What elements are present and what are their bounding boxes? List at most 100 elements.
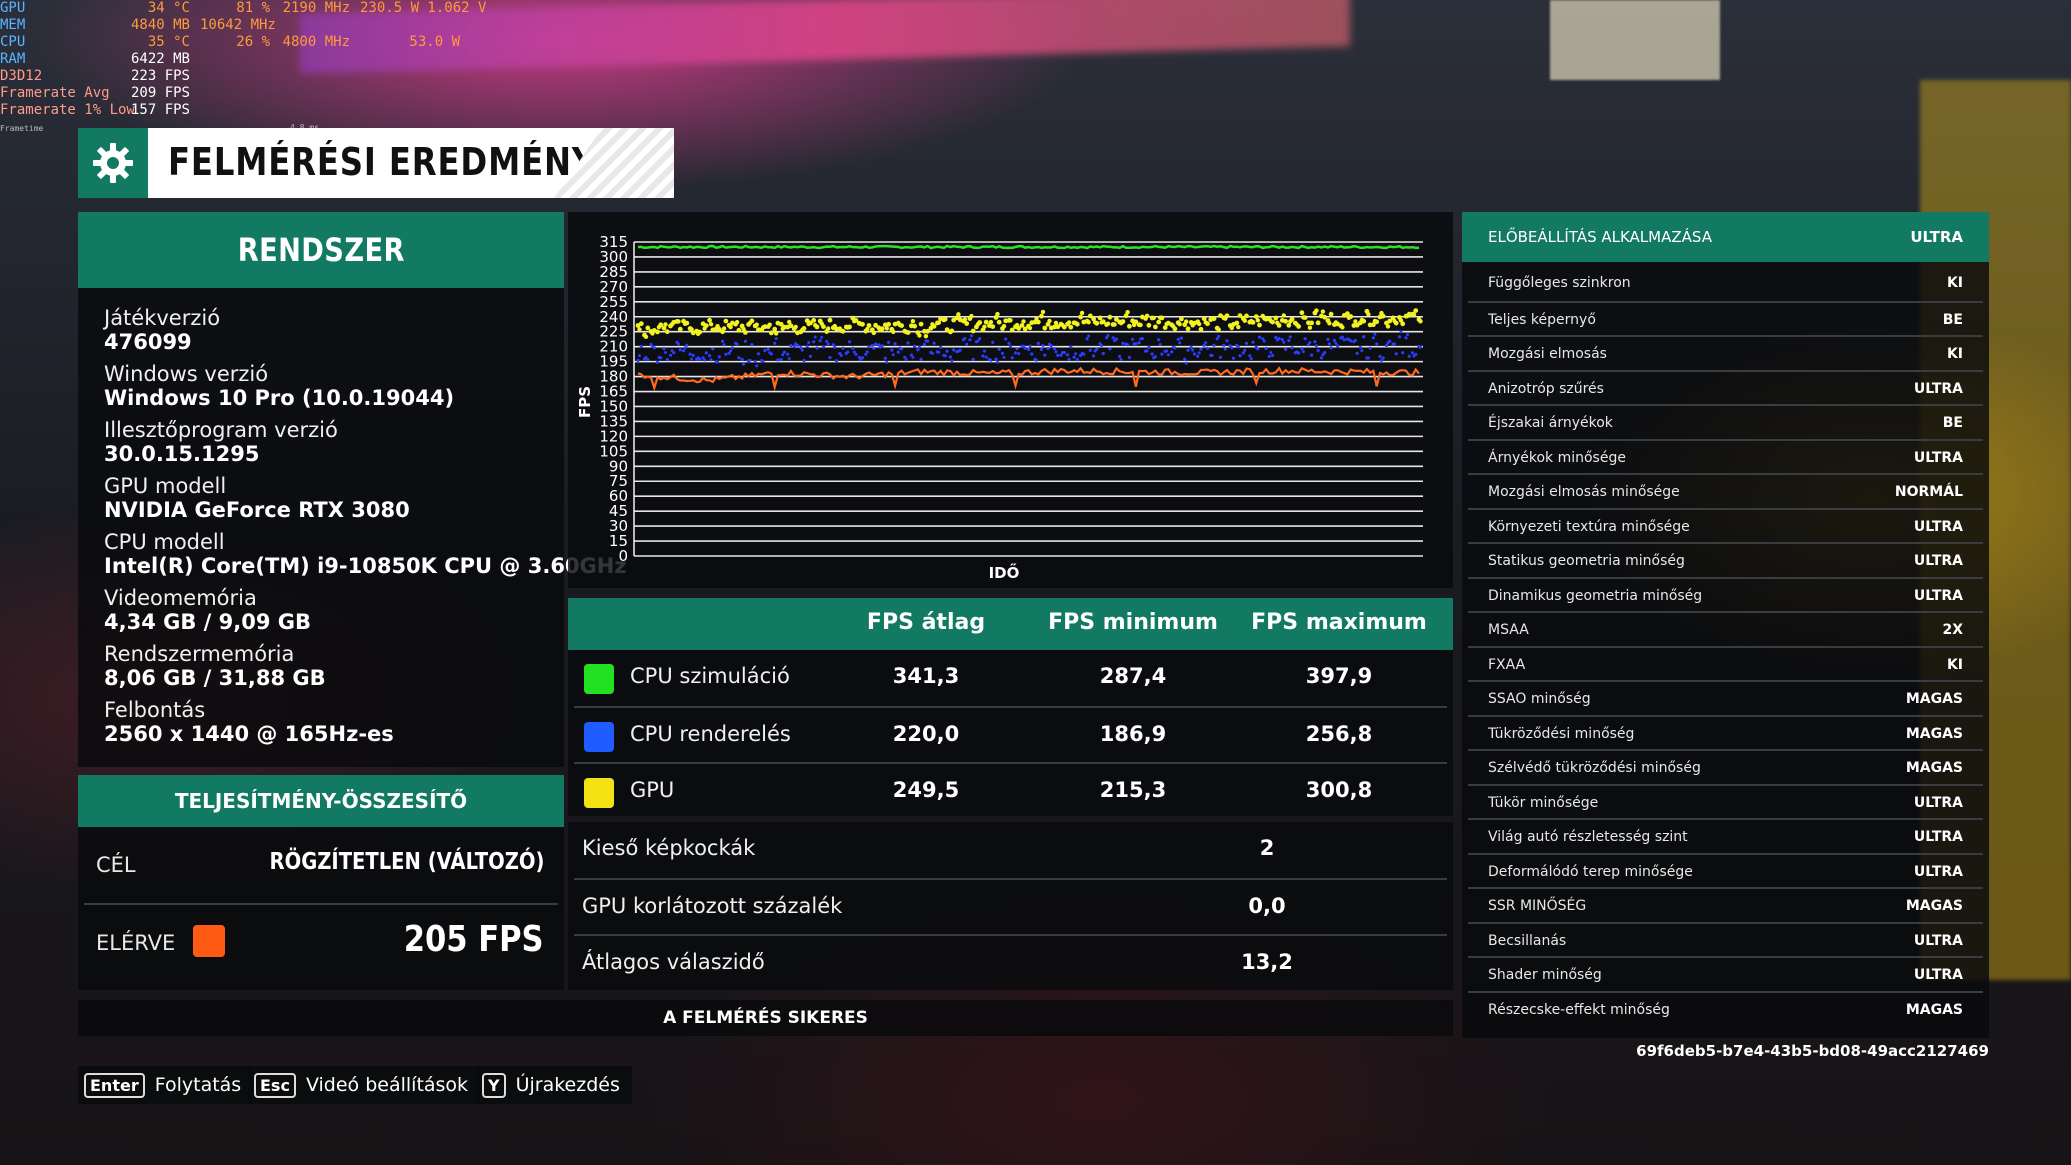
- chart-series-point: [1039, 313, 1044, 319]
- chart-series-point: [963, 336, 967, 340]
- chart-series-point: [913, 344, 917, 348]
- chart-series-point: [1236, 324, 1241, 330]
- chart-series-point: [1249, 318, 1254, 324]
- latency-row: Átlagos válaszidő 13,2: [574, 934, 1447, 990]
- chart-series-point: [874, 342, 878, 346]
- chart-series-point: [1359, 317, 1365, 323]
- chart-series-point: [1401, 351, 1405, 355]
- chart-series-point: [772, 326, 778, 332]
- overlay-frametime-row: Frametime 4.8 ms: [0, 119, 319, 133]
- chart-series-point: [638, 321, 644, 327]
- chart-series-point: [721, 326, 727, 331]
- fps-avg-cell: 249,5: [892, 778, 960, 802]
- chart-series-point: [930, 322, 935, 327]
- chart-series-point: [670, 349, 674, 353]
- chart-series-point: [1273, 315, 1279, 321]
- chart-series-point: [865, 350, 869, 354]
- stat-value: 2: [1259, 836, 1275, 860]
- chart-series-point: [1127, 355, 1131, 360]
- chart-series-point: [1267, 354, 1271, 358]
- chart-series-point: [970, 328, 976, 334]
- chart-series-point: [932, 341, 936, 345]
- preset-value: MAGAS: [1905, 691, 1963, 707]
- chart-series-point: [716, 360, 720, 364]
- chart-series-point: [1204, 341, 1208, 345]
- chart-series-point: [1218, 355, 1223, 359]
- chart-series-point: [1197, 321, 1202, 327]
- chart-series-point: [1092, 354, 1096, 358]
- chart-series-point: [761, 359, 765, 363]
- chart-series-point: [1035, 358, 1038, 362]
- chart-series-point: [730, 346, 734, 350]
- restart-button[interactable]: Y Újrakezdés: [476, 1066, 632, 1104]
- chart-series-point: [763, 348, 767, 353]
- chart-series-point: [1347, 338, 1351, 341]
- chart-series-point: [1008, 318, 1013, 323]
- chart-series-point: [1301, 315, 1306, 320]
- chart-series-point: [1231, 356, 1236, 360]
- chart-series-point: [945, 349, 949, 353]
- chart-series-point: [813, 335, 817, 339]
- chart-series-point: [724, 352, 728, 356]
- chart-series-point: [1036, 341, 1040, 345]
- chart-series-point: [1398, 318, 1404, 323]
- stat-label: Kieső képkockák: [582, 836, 756, 860]
- chart-series-point: [683, 346, 687, 350]
- chart-series-point: [867, 345, 871, 349]
- preset-row: MSAA 2X: [1468, 611, 1983, 646]
- chart-series-point: [1202, 343, 1206, 347]
- chart-series-point: [1284, 347, 1288, 351]
- chart-series-point: [782, 350, 786, 354]
- chart-series-point: [1160, 352, 1164, 356]
- chart-series-point: [668, 353, 673, 357]
- chart-series-point: [1379, 310, 1384, 316]
- chart-series-point: [1393, 342, 1396, 346]
- chart-series-point: [1405, 313, 1410, 319]
- chart-series-point: [1406, 333, 1409, 337]
- chart-series-point: [1320, 309, 1326, 314]
- chart-series-point: [743, 339, 747, 343]
- preset-value: MAGAS: [1905, 760, 1963, 776]
- system-info-label: Windows verzió: [104, 362, 269, 386]
- video-settings-button[interactable]: Esc Videó beállítások: [248, 1066, 481, 1104]
- chart-series-point: [1121, 341, 1125, 345]
- chart-series-point: [1362, 335, 1366, 339]
- chart-series-point: [1191, 348, 1195, 352]
- preset-name: Statikus geometria minőség: [1488, 553, 1685, 569]
- stat-value: 13,2: [1241, 950, 1293, 974]
- target-label: CÉL: [96, 853, 136, 877]
- chart-series-point: [756, 352, 760, 356]
- chart-series-point: [1043, 353, 1047, 357]
- overlay-value: 10642 MHz: [200, 17, 276, 33]
- chart-series-point: [910, 319, 916, 324]
- chart-series-point: [1301, 350, 1305, 354]
- preset-row: Világ autó részletesség szint ULTRA: [1468, 818, 1983, 853]
- chart-series-point: [1366, 356, 1370, 360]
- chart-series-point: [975, 322, 981, 327]
- chart-series-point: [1197, 351, 1201, 355]
- chart-series-point: [872, 347, 876, 350]
- chart-series-point: [818, 339, 822, 343]
- chart-series-point: [709, 358, 713, 362]
- system-info-value: 476099: [104, 330, 192, 354]
- chart-series-point: [911, 356, 915, 359]
- extra-stats-panel: Kieső képkockák 2 GPU korlátozott százal…: [568, 822, 1453, 990]
- chart-series-point: [800, 348, 804, 352]
- preset-value: BE: [1942, 415, 1963, 431]
- chart-series-point: [1198, 326, 1204, 332]
- chart-series-point: [1158, 315, 1163, 320]
- chart-series-point: [1380, 359, 1383, 362]
- continue-button[interactable]: Enter Folytatás: [78, 1066, 254, 1104]
- chart-series-point: [1132, 342, 1136, 346]
- chart-series-point: [1368, 346, 1372, 350]
- fps-min-cell: 287,4: [1099, 664, 1167, 688]
- chart-series-point: [912, 323, 917, 329]
- chart-series-point: [663, 322, 668, 327]
- chart-series-point: [1372, 318, 1378, 324]
- chart-series-point: [1170, 350, 1174, 354]
- chart-series-point: [806, 321, 811, 327]
- chart-series-point: [734, 320, 740, 325]
- chart-series-point: [827, 317, 833, 323]
- chart-series-point: [949, 328, 955, 333]
- chart-series-point: [1242, 318, 1247, 323]
